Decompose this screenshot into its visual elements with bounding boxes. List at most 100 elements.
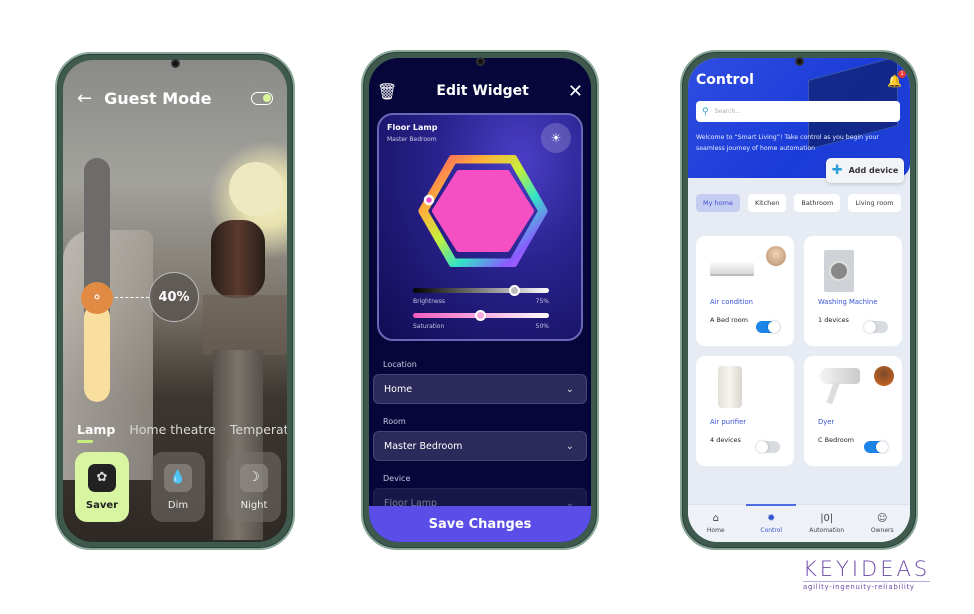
- device-room: Master Bedroom: [387, 136, 437, 143]
- device-card-air-purifier[interactable]: Air purifier 4 devices: [696, 356, 794, 466]
- mode-night-button[interactable]: ☽ Night: [227, 452, 281, 522]
- top-bar: ← Guest Mode: [77, 86, 273, 110]
- phone-edit-widget: 🗑 Edit Widget ✕ Floor Lamp Master Bedroo…: [361, 50, 599, 550]
- device-card-dyer[interactable]: Dyer C Bedroom: [804, 356, 902, 466]
- top-bar: 🗑 Edit Widget ✕: [377, 78, 583, 104]
- mode-dim-button[interactable]: 💧 Dim: [151, 452, 205, 522]
- device-sub: C Bedroom: [818, 436, 855, 444]
- camera: [476, 57, 485, 66]
- save-changes-button[interactable]: Save Changes: [369, 506, 591, 542]
- close-icon[interactable]: ✕: [568, 81, 583, 102]
- tab-lamp[interactable]: Lamp: [77, 422, 115, 437]
- brand-tagline: agility-ingenuity-reliability: [803, 581, 931, 591]
- add-device-button[interactable]: ✚ Add device: [826, 158, 904, 183]
- location-label: Location: [383, 360, 417, 369]
- nav-owners[interactable]: ☺ Owners: [857, 513, 907, 534]
- device-toggle[interactable]: [864, 441, 888, 453]
- hair-dryer-handle: [826, 381, 840, 405]
- tab-home-theatre[interactable]: Home theatre: [129, 422, 216, 437]
- nav-home[interactable]: ⌂ Home: [691, 513, 741, 534]
- device-card-air-condition[interactable]: Air condition A Bed room: [696, 236, 794, 346]
- saturation-slider[interactable]: [413, 310, 549, 321]
- selected-color-swatch: [432, 170, 534, 252]
- device-name: Air condition: [710, 298, 753, 306]
- device-sub: A Bed room: [710, 316, 748, 324]
- location-select[interactable]: Home ⌄: [373, 374, 587, 404]
- add-device-label: Add device: [848, 166, 899, 175]
- brightness-slider[interactable]: [413, 285, 549, 296]
- chip-living-room[interactable]: Living room: [848, 194, 901, 212]
- nav-label: Home: [706, 527, 725, 534]
- guest-mode-toggle[interactable]: [251, 91, 273, 105]
- bottom-nav: ⌂ Home ✹ Control |0| Automation ☺ Owners: [688, 504, 910, 542]
- toggle-knob: [864, 321, 876, 333]
- chevron-down-icon: ⌄: [565, 383, 574, 395]
- automation-icon: |0|: [820, 513, 834, 524]
- device-grid: Air condition A Bed room Washing Machine…: [696, 236, 902, 466]
- page-title: Control: [696, 72, 754, 88]
- saturation-labels: Saturation 50%: [413, 323, 549, 330]
- brightness-handle[interactable]: [509, 285, 520, 296]
- chip-my-home[interactable]: My home: [696, 194, 740, 212]
- brightness-label: Brightness: [413, 298, 445, 305]
- hue-handle[interactable]: [423, 194, 435, 206]
- chevron-down-icon: ⌄: [565, 440, 574, 452]
- saturation-handle[interactable]: [475, 310, 486, 321]
- device-name: Washing Machine: [818, 298, 878, 306]
- toggle-knob: [768, 321, 780, 333]
- lamp-globe: [229, 162, 283, 216]
- search-icon: ⚲: [702, 106, 709, 117]
- tab-temperature[interactable]: Temperatu: [230, 422, 287, 437]
- color-wheel[interactable]: [417, 155, 549, 267]
- device-card-washing-machine[interactable]: Washing Machine 1 devices: [804, 236, 902, 346]
- guest-mode-screen: ← Guest Mode ⚬ 40% Lamp Home theatre Tem…: [63, 60, 287, 542]
- room-select[interactable]: Master Bedroom ⌄: [373, 431, 587, 461]
- device-toggle[interactable]: [756, 441, 780, 453]
- widget-preview-card: Floor Lamp Master Bedroom ☀ Brightness 7…: [377, 113, 583, 341]
- nav-label: Control: [760, 527, 783, 534]
- room-value: Master Bedroom: [384, 440, 463, 452]
- air-conditioner-image: [710, 262, 754, 276]
- device-name: Air purifier: [710, 418, 747, 426]
- brightness-labels: Brightness 75%: [413, 298, 549, 305]
- washing-machine-image: [824, 250, 854, 292]
- arrow-left-icon[interactable]: ←: [77, 88, 92, 109]
- brightness-percent: 40%: [149, 272, 199, 322]
- lightbulb-icon[interactable]: ☀: [541, 123, 571, 153]
- brightness-slider[interactable]: [84, 158, 110, 402]
- notification-badge: 1: [898, 70, 906, 78]
- control-screen: Control 🔔 1 ⚲ Search... Welcome to “Smar…: [688, 58, 910, 542]
- chip-bathroom[interactable]: Bathroom: [794, 194, 841, 212]
- drop-icon: 💧: [164, 463, 192, 492]
- user-icon: ☺: [877, 513, 888, 524]
- room-label: Room: [383, 417, 406, 426]
- nav-label: Owners: [870, 527, 894, 534]
- plus-icon: ✚: [831, 163, 843, 178]
- nav-automation[interactable]: |0| Automation: [802, 513, 852, 534]
- dashed-connector: [115, 297, 149, 298]
- mode-label: Saver: [85, 499, 119, 511]
- mode-saver-button[interactable]: ✿ Saver: [75, 452, 129, 522]
- edit-widget-screen: 🗑 Edit Widget ✕ Floor Lamp Master Bedroo…: [369, 58, 591, 542]
- brand-logo: KEYIDEAS agility-ingenuity-reliability: [803, 557, 931, 591]
- phone-guest-mode: ← Guest Mode ⚬ 40% Lamp Home theatre Tem…: [55, 52, 295, 550]
- device-label: Device: [383, 474, 411, 483]
- trash-icon[interactable]: 🗑: [377, 82, 397, 101]
- nav-control[interactable]: ✹ Control: [746, 504, 797, 534]
- device-toggle[interactable]: [756, 321, 780, 333]
- toggle-knob: [876, 441, 888, 453]
- nav-label: Automation: [809, 527, 845, 534]
- home-icon: ⌂: [712, 513, 719, 524]
- air-purifier-image: [718, 366, 742, 408]
- search-input[interactable]: ⚲ Search...: [696, 101, 900, 122]
- hair-dryer-image: [820, 368, 860, 384]
- lightbulb-icon[interactable]: ⚬: [81, 282, 113, 314]
- control-icon: ✹: [767, 513, 776, 524]
- room-filter-chips: My home Kitchen Bathroom Living room: [696, 194, 901, 212]
- lamp-base: [211, 220, 265, 298]
- chip-kitchen[interactable]: Kitchen: [747, 194, 787, 212]
- bell-icon[interactable]: 🔔 1: [887, 70, 906, 88]
- device-name: Floor Lamp: [387, 123, 438, 132]
- device-toggle[interactable]: [864, 321, 888, 333]
- mode-label: Night: [240, 499, 268, 511]
